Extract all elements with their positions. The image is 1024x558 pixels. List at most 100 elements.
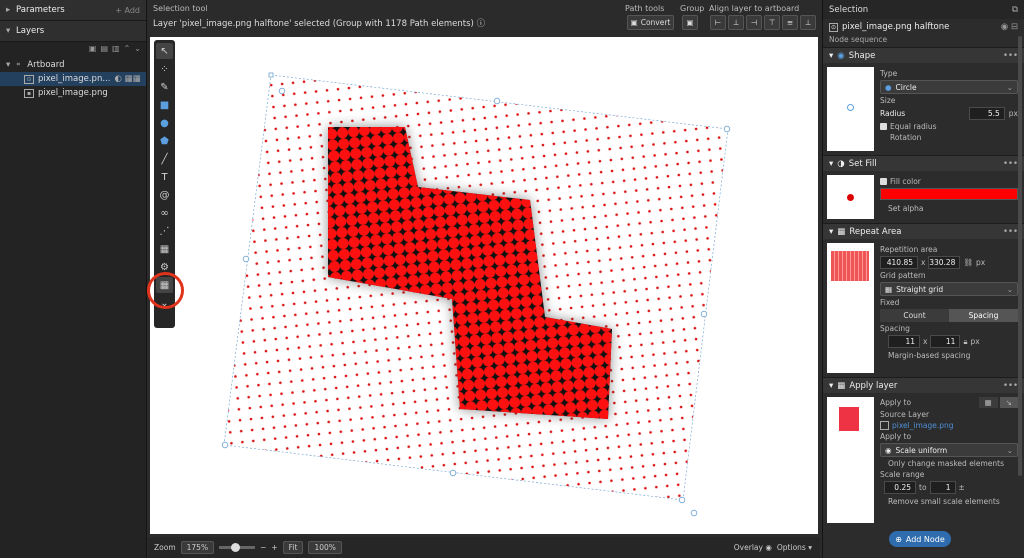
line-tool-icon[interactable]: ╱ [156,151,173,167]
align-bottom-button[interactable]: ⊥ [800,15,816,30]
count-option[interactable]: Count [880,309,949,322]
popout-icon[interactable]: ⧉ [1012,5,1018,15]
link-icon[interactable]: ⛓ [963,258,973,267]
blend-tool-icon[interactable]: ∞ [156,205,173,221]
pen-tool-icon[interactable]: ✎ [156,79,173,95]
collapse-arrow-icon: ▾ [829,50,834,61]
convert-button[interactable]: ▣ Convert [627,15,674,30]
collapse-arrow-icon[interactable]: ▸ [6,5,16,15]
fit-button[interactable]: Fit [282,541,304,554]
layers-header[interactable]: ▾ Layers [0,21,146,42]
text-tool-icon[interactable]: T [156,169,173,185]
chevron-down-icon: ⌄ [1006,82,1013,92]
type-label: Type [880,69,898,78]
shape-section-header[interactable]: ▾ ◉ Shape ••• [823,47,1024,63]
options-dropdown[interactable]: Options ▾ [777,543,812,552]
fill-icon: ◑ [837,158,845,169]
zoom-slider[interactable] [219,543,256,552]
rotation-toggle[interactable]: Rotation [880,133,1018,142]
set-alpha-toggle[interactable]: Set alpha [888,204,1018,213]
grid-repeat-tool-icon[interactable]: ▦ [156,241,173,257]
scale-icon: ◉ [885,445,892,455]
add-node-button[interactable]: ⊕ Add Node [889,531,951,547]
down-icon[interactable]: ⌄ [134,44,141,56]
size-label: Size [880,96,896,105]
expand-arrow-icon[interactable]: ▾ [6,60,10,70]
visibility-icon[interactable]: ◐ ▦▦ [114,74,140,84]
repeat-section-header[interactable]: ▾ ▦ Repeat Area ••• [823,223,1024,239]
area-height-input[interactable]: 330.28 [928,256,961,269]
source-layer-label: Source Layer [880,410,930,419]
repeat-thumbnail [827,243,874,373]
area-width-input[interactable]: 410.85 [880,256,918,269]
left-panel: ▸ Parameters + Add ▾ Layers ▣ ▤ ▥ ⌃ ⌄ ▾ … [0,0,147,558]
folder-icon[interactable]: ▤ [100,44,108,56]
fill-section-header[interactable]: ▾ ◑ Set Fill ••• [823,155,1024,171]
align-middle-button[interactable]: ≡ [782,15,798,30]
scale-mode-dropdown[interactable]: ◉ Scale uniform ⌄ [880,443,1018,457]
pointer-tool-icon[interactable]: ↖ [156,43,173,59]
link-mode-button[interactable]: ↘ [999,397,1018,408]
remove-small-toggle[interactable]: Remove small scale elements [888,497,1018,506]
layer-item-halftone[interactable]: ⊙ pixel_image.pn... ◐ ▦▦ [0,72,146,86]
apply-to-label-2: Apply to [880,432,912,441]
expand-arrow-icon[interactable]: ▾ [6,26,16,36]
align-left-button[interactable]: ⊢ [710,15,726,30]
fill-color-swatch[interactable] [880,188,1018,200]
align-center-button[interactable]: ⊥ [728,15,744,30]
artboard-icon: ⌗ [16,61,20,68]
shape-type-dropdown[interactable]: ● Circle ⌄ [880,80,1018,94]
path-repeat-tool-icon[interactable]: ⋰ [156,223,173,239]
zoom-out-button[interactable]: − [260,543,266,552]
overlay-toggle[interactable]: Overlay ◉ [734,543,772,552]
visibility-icon[interactable]: ◉ ⊟ [1001,22,1018,32]
halftone-artwork [221,72,731,517]
add-layer-icon[interactable]: ▣ [89,44,97,56]
spacing-y-input[interactable]: 11 [930,335,961,348]
layers-toolbar: ▣ ▤ ▥ ⌃ ⌄ [0,42,146,58]
spiral-tool-icon[interactable]: @ [156,187,173,203]
rectangle-tool-icon[interactable]: ■ [156,97,173,113]
radius-input[interactable]: 5.5 [968,107,1005,120]
equal-radius-checkbox[interactable]: Equal radius [880,122,1018,131]
ellipse-tool-icon[interactable]: ● [156,115,173,131]
delete-icon[interactable]: ▥ [112,44,120,56]
lock-icon[interactable]: 🔒︎ [963,337,967,347]
only-masked-toggle[interactable]: Only change masked elements [888,459,1018,468]
zoom-in-button[interactable]: + [271,543,277,552]
add-parameter-button[interactable]: + Add [115,6,140,15]
spacing-x-input[interactable]: 11 [888,335,920,348]
group-button[interactable]: ▣ [682,15,698,30]
layer-item-image[interactable]: ▪ pixel_image.png [0,86,146,100]
grid-pattern-dropdown[interactable]: ▦ Straight grid ⌄ [880,282,1018,296]
spacing-option[interactable]: Spacing [949,309,1018,322]
align-right-button[interactable]: ⊣ [746,15,762,30]
align-top-button[interactable]: ⊤ [764,15,780,30]
source-layer-link[interactable]: pixel_image.png [880,421,1018,430]
zoom-value[interactable]: 175% [180,541,215,554]
swap-icon[interactable]: ± [959,483,965,492]
canvas-area: Selection tool Layer 'pixel_image.png ha… [147,0,820,558]
scale-min-input[interactable]: 0.25 [884,481,916,494]
repeat-section: Repetition area 410.85 x 330.28 ⛓ px Gri… [823,239,1024,377]
node-select-tool-icon[interactable]: ⁘ [156,61,173,77]
shape-icon: ◉ [837,50,845,61]
polygon-tool-icon[interactable]: ⬟ [156,133,173,149]
panel-scrollbar[interactable] [1018,36,1022,476]
layer-item-artboard[interactable]: ▾ ⌗ Artboard [0,58,146,72]
fill-section: Fill color Set alpha [823,171,1024,223]
margin-spacing-toggle[interactable]: Margin-based spacing [888,351,1018,360]
scale-max-input[interactable]: 1 [929,481,956,494]
grid-mode-button[interactable]: ▦ [978,397,998,408]
halftone-node-icon: ⊙ [24,74,34,84]
path-tools-label: Path tools [625,4,665,13]
radius-unit: px [1008,109,1018,118]
convert-icon: ▣ [630,18,638,27]
up-icon[interactable]: ⌃ [124,44,131,56]
fill-color-checkbox[interactable]: Fill color [880,177,1018,186]
apply-section-header[interactable]: ▾ ▦ Apply layer ••• [823,377,1024,393]
parameters-header[interactable]: ▸ Parameters + Add [0,0,146,21]
artboard-canvas[interactable] [150,37,818,534]
zoom-100-button[interactable]: 100% [308,541,342,554]
collapse-arrow-icon: ▾ [829,380,834,391]
